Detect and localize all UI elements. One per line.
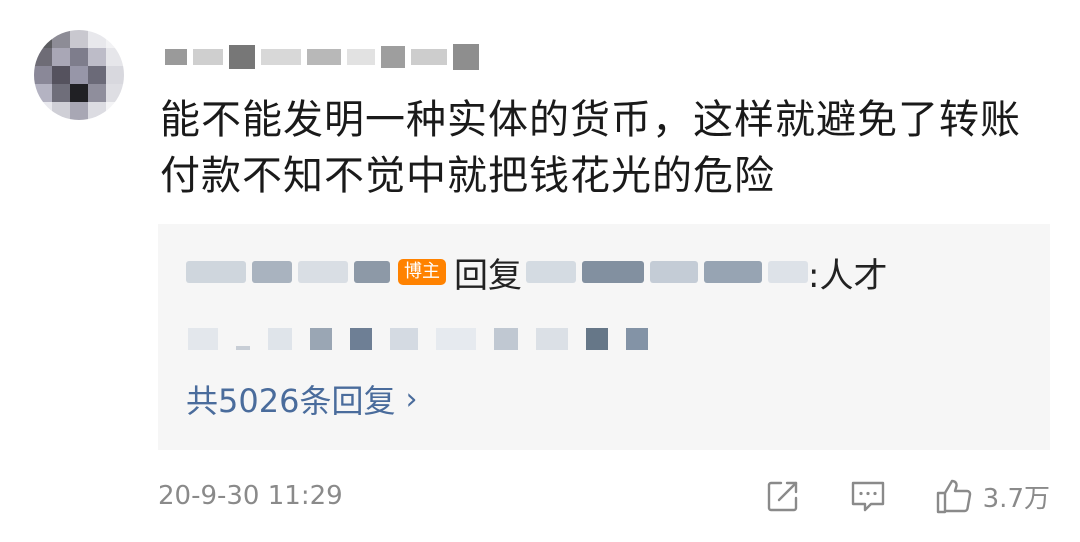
reply-suffix: :人才	[808, 255, 888, 296]
replier-name-censored	[252, 261, 292, 283]
replier-name-censored	[298, 261, 348, 283]
blogger-badge: 博主	[398, 259, 446, 285]
chevron-right-icon: ›	[405, 381, 418, 417]
comment-footer: 20-9-30 11:29 3.7万	[158, 474, 1050, 518]
replier-name-censored	[354, 261, 390, 283]
mentioned-user-censored	[704, 261, 762, 283]
total-replies-label: 共5026条回复	[186, 382, 396, 420]
comment-text: 能不能发明一种实体的货币，这样就避免了转账付款不知不觉中就把钱花光的危险	[160, 97, 1021, 199]
mentioned-user-censored	[768, 261, 808, 283]
comment-icon	[849, 478, 887, 514]
top-reply[interactable]: 博主 回复 :人才	[186, 244, 1026, 300]
share-icon	[765, 478, 801, 514]
action-bar: 3.7万	[717, 477, 1050, 515]
reply-box[interactable]: 博主 回复 :人才 共5026条回复 ›	[158, 224, 1050, 450]
mentioned-user-censored	[526, 261, 576, 283]
like-icon	[935, 477, 975, 515]
share-button[interactable]	[765, 478, 801, 514]
mentioned-user-censored	[582, 261, 644, 283]
comment-button[interactable]	[849, 478, 887, 514]
reply-word: 回复	[454, 255, 522, 296]
like-button[interactable]: 3.7万	[935, 477, 1050, 515]
second-reply-censored[interactable]	[188, 324, 828, 354]
timestamp: 20-9-30 11:29	[158, 481, 343, 511]
mentioned-user-censored	[650, 261, 698, 283]
replier-name-censored	[186, 261, 246, 283]
avatar[interactable]	[34, 30, 124, 120]
like-count: 3.7万	[982, 483, 1050, 514]
view-all-replies-link[interactable]: 共5026条回复 ›	[186, 376, 417, 422]
username-censored[interactable]	[165, 36, 525, 78]
